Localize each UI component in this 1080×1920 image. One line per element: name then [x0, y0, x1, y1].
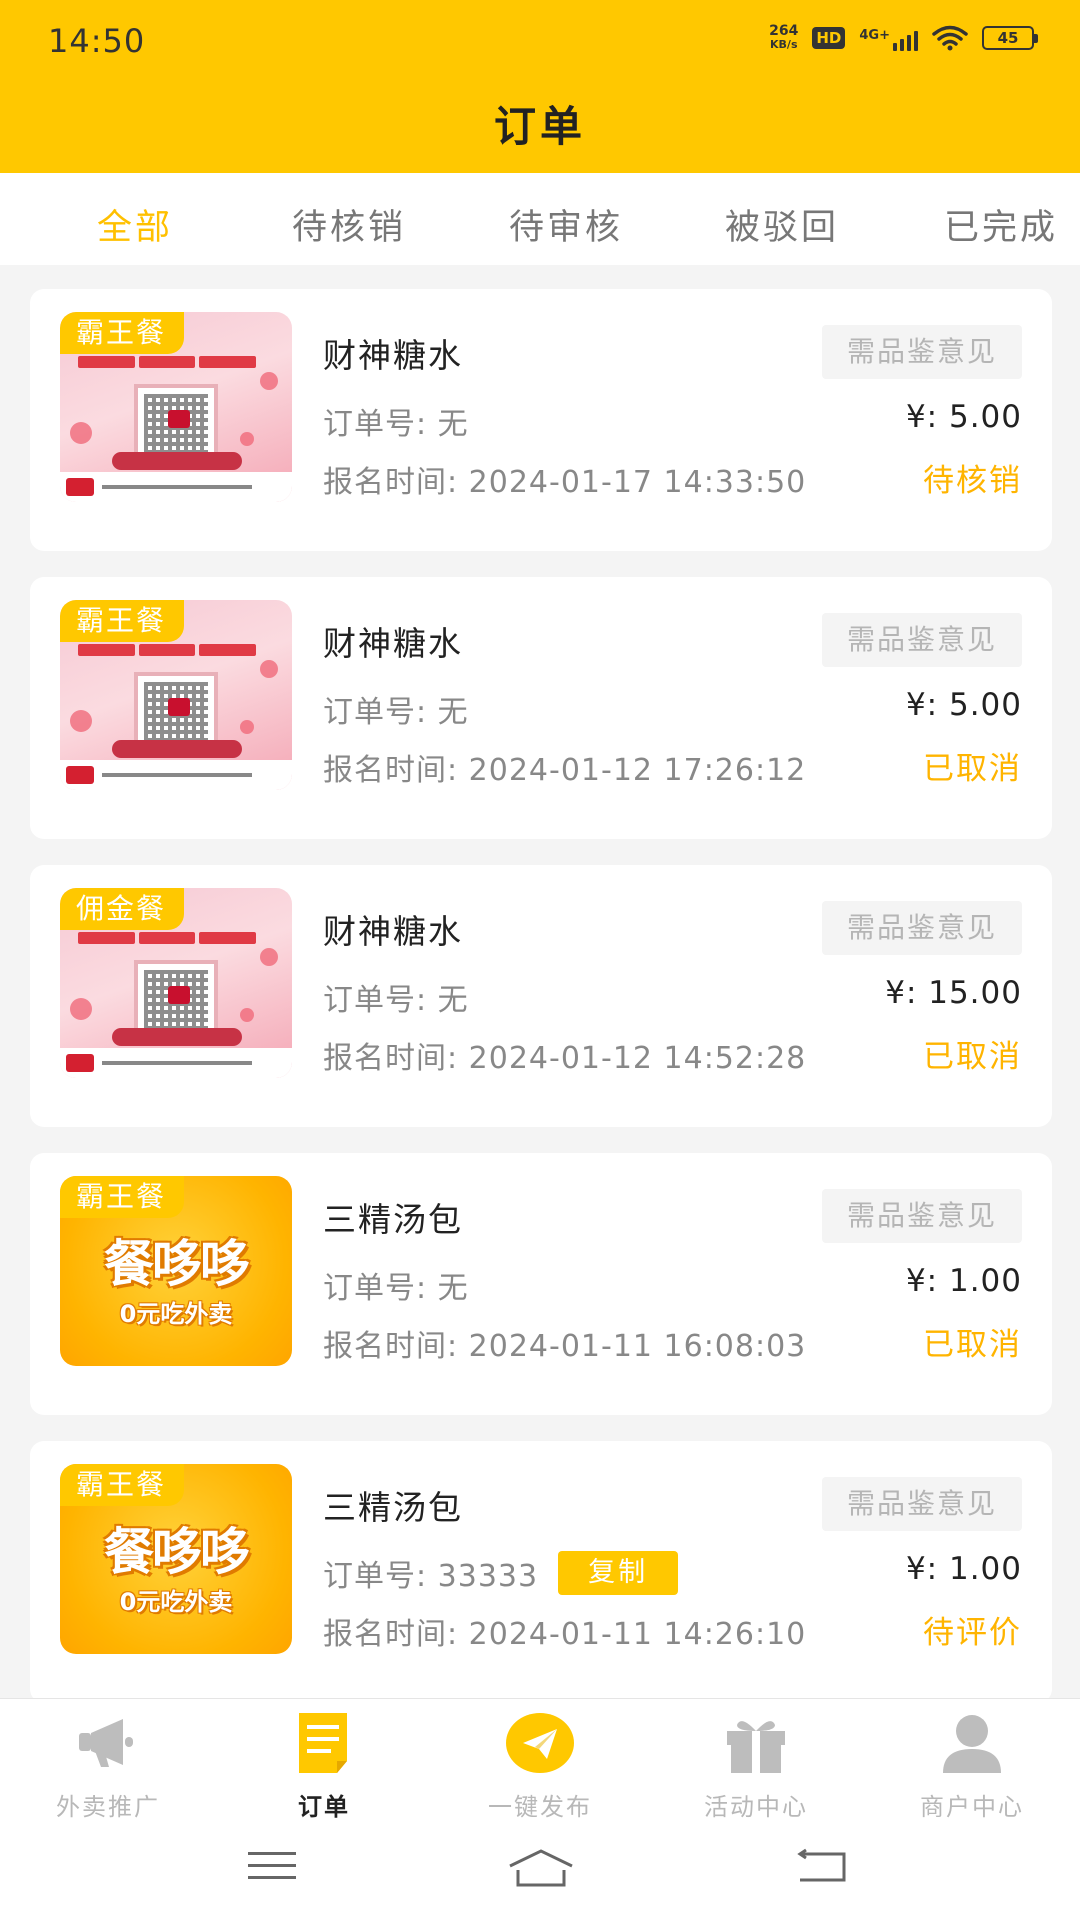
nav-item-quick-publish[interactable]: 一键发布	[432, 1711, 648, 1821]
nav-label: 一键发布	[488, 1793, 592, 1821]
order-price: ¥: 5.00	[905, 399, 1022, 435]
network-speed-value: 264	[769, 23, 799, 39]
network-speed: 264 KB/s	[769, 24, 798, 52]
home-icon[interactable]	[506, 1848, 576, 1888]
brand-logo-icon	[66, 766, 94, 784]
nav-item-merchant-center[interactable]: 商户中心	[864, 1711, 1080, 1821]
order-card[interactable]: 餐哆哆 0元吃外卖 霸王餐 三精汤包 需品鉴意见 订单号: 无 ¥: 1.00 …	[30, 1153, 1052, 1415]
order-list-icon	[299, 1713, 347, 1773]
order-number-text: 订单号: 无	[323, 1271, 469, 1306]
shop-name: 财神糖水	[323, 336, 463, 375]
signup-time: 报名时间: 2024-01-12 17:26:12	[323, 753, 807, 788]
shop-name: 三精汤包	[323, 1200, 463, 1239]
order-status: 待评价	[923, 1615, 1022, 1651]
promo-subtitle: 0元吃外卖	[119, 1300, 233, 1328]
tab-all[interactable]: 全部	[97, 199, 173, 250]
nav-item-promotion[interactable]: 外卖推广	[0, 1711, 216, 1821]
order-price: ¥: 15.00	[885, 975, 1022, 1011]
wifi-icon	[932, 25, 968, 51]
order-status: 已取消	[923, 1039, 1022, 1075]
tab-pending-redeem[interactable]: 待核销	[292, 199, 406, 250]
review-opinion-button[interactable]: 需品鉴意见	[822, 613, 1022, 667]
page-title: 订单	[493, 102, 586, 151]
brand-logo-icon	[66, 1054, 94, 1072]
order-card[interactable]: 餐哆哆 0元吃外卖 霸王餐 三精汤包 需品鉴意见 订单号: 33333 复制 ¥…	[30, 1441, 1052, 1703]
order-card[interactable]: 霸王餐 财神糖水 需品鉴意见 订单号: 无 ¥: 5.00 报名时间: 2024…	[30, 577, 1052, 839]
menu-icon[interactable]	[246, 1848, 298, 1884]
nav-label: 订单	[298, 1793, 350, 1821]
status-time: 14:50	[48, 22, 146, 60]
order-card[interactable]: 佣金餐 财神糖水 需品鉴意见 订单号: 无 ¥: 15.00 报名时间: 202…	[30, 865, 1052, 1127]
order-type-tag: 霸王餐	[60, 1176, 185, 1218]
shop-name: 财神糖水	[323, 624, 463, 663]
signup-time: 报名时间: 2024-01-12 14:52:28	[323, 1041, 807, 1076]
nav-label: 活动中心	[704, 1793, 808, 1821]
order-number: 订单号: 33333 复制	[323, 1551, 679, 1595]
nav-item-activity-center[interactable]: 活动中心	[648, 1711, 864, 1821]
product-image: 餐哆哆 0元吃外卖 霸王餐	[60, 1176, 292, 1366]
order-number-text: 订单号: 33333	[323, 1559, 539, 1594]
order-status: 待核销	[923, 463, 1022, 499]
signup-time: 报名时间: 2024-01-11 14:26:10	[323, 1617, 807, 1652]
order-status: 已取消	[923, 751, 1022, 787]
nav-item-orders[interactable]: 订单	[216, 1711, 432, 1821]
promo-subtitle: 0元吃外卖	[119, 1588, 233, 1616]
product-image: 霸王餐	[60, 312, 292, 502]
review-opinion-button[interactable]: 需品鉴意见	[822, 1477, 1022, 1531]
copy-button[interactable]: 复制	[558, 1551, 679, 1595]
order-list: 霸王餐 财神糖水 需品鉴意见 订单号: 无 ¥: 5.00 报名时间: 2024…	[30, 289, 1052, 1729]
product-image: 佣金餐	[60, 888, 292, 1078]
order-type-tag: 霸王餐	[60, 312, 185, 354]
signup-time: 报名时间: 2024-01-11 16:08:03	[323, 1329, 807, 1364]
gift-icon	[727, 1721, 785, 1773]
shop-name: 三精汤包	[323, 1488, 463, 1527]
promo-title: 餐哆哆	[104, 1235, 250, 1293]
review-opinion-button[interactable]: 需品鉴意见	[822, 901, 1022, 955]
system-nav-bar	[0, 1820, 1080, 1920]
order-number-text: 订单号: 无	[323, 695, 469, 730]
product-image: 餐哆哆 0元吃外卖 霸王餐	[60, 1464, 292, 1654]
order-price: ¥: 1.00	[905, 1263, 1022, 1299]
promo-title: 餐哆哆	[104, 1523, 250, 1581]
order-number: 订单号: 无	[323, 975, 469, 1019]
order-type-tag: 佣金餐	[60, 888, 185, 930]
review-opinion-button[interactable]: 需品鉴意见	[822, 1189, 1022, 1243]
status-bar: 14:50 264 KB/s HD 4G+ 45	[0, 0, 1080, 85]
tab-pending-review[interactable]: 待审核	[509, 199, 623, 250]
order-number-text: 订单号: 无	[323, 983, 469, 1018]
order-type-tag: 霸王餐	[60, 1464, 185, 1506]
order-number-text: 订单号: 无	[323, 407, 469, 442]
user-icon	[943, 1715, 1001, 1773]
order-number: 订单号: 无	[323, 1263, 469, 1307]
tab-completed[interactable]: 已完成	[944, 199, 1058, 250]
order-number: 订单号: 无	[323, 399, 469, 443]
tab-rejected[interactable]: 被驳回	[725, 199, 839, 250]
nav-label: 商户中心	[920, 1793, 1024, 1821]
cellular-signal-icon: 4G+	[859, 25, 918, 51]
order-tabs: 全部 待核销 待审核 被驳回 已完成	[0, 173, 1080, 265]
bottom-nav: 外卖推广 订单 一键发布 活动中心 商户中心	[0, 1698, 1080, 1821]
order-number: 订单号: 无	[323, 687, 469, 731]
hd-icon: HD	[812, 27, 846, 49]
shop-name: 财神糖水	[323, 912, 463, 951]
paper-plane-icon	[506, 1713, 574, 1773]
order-price: ¥: 1.00	[905, 1551, 1022, 1587]
nav-label: 外卖推广	[56, 1793, 160, 1821]
network-speed-unit: KB/s	[770, 38, 798, 51]
order-card[interactable]: 霸王餐 财神糖水 需品鉴意见 订单号: 无 ¥: 5.00 报名时间: 2024…	[30, 289, 1052, 551]
battery-icon: 45	[982, 26, 1038, 50]
order-type-tag: 霸王餐	[60, 600, 185, 642]
order-price: ¥: 5.00	[905, 687, 1022, 723]
brand-logo-icon	[66, 478, 94, 496]
status-icons: 264 KB/s HD 4G+ 45	[769, 24, 1038, 52]
megaphone-icon	[79, 1719, 133, 1767]
signup-time: 报名时间: 2024-01-17 14:33:50	[323, 465, 807, 500]
app-header: 14:50 264 KB/s HD 4G+ 45 订单	[0, 0, 1080, 173]
back-icon[interactable]	[796, 1848, 848, 1884]
network-type: 4G+	[859, 28, 890, 43]
product-image: 霸王餐	[60, 600, 292, 790]
order-status: 已取消	[923, 1327, 1022, 1363]
review-opinion-button[interactable]: 需品鉴意见	[822, 325, 1022, 379]
